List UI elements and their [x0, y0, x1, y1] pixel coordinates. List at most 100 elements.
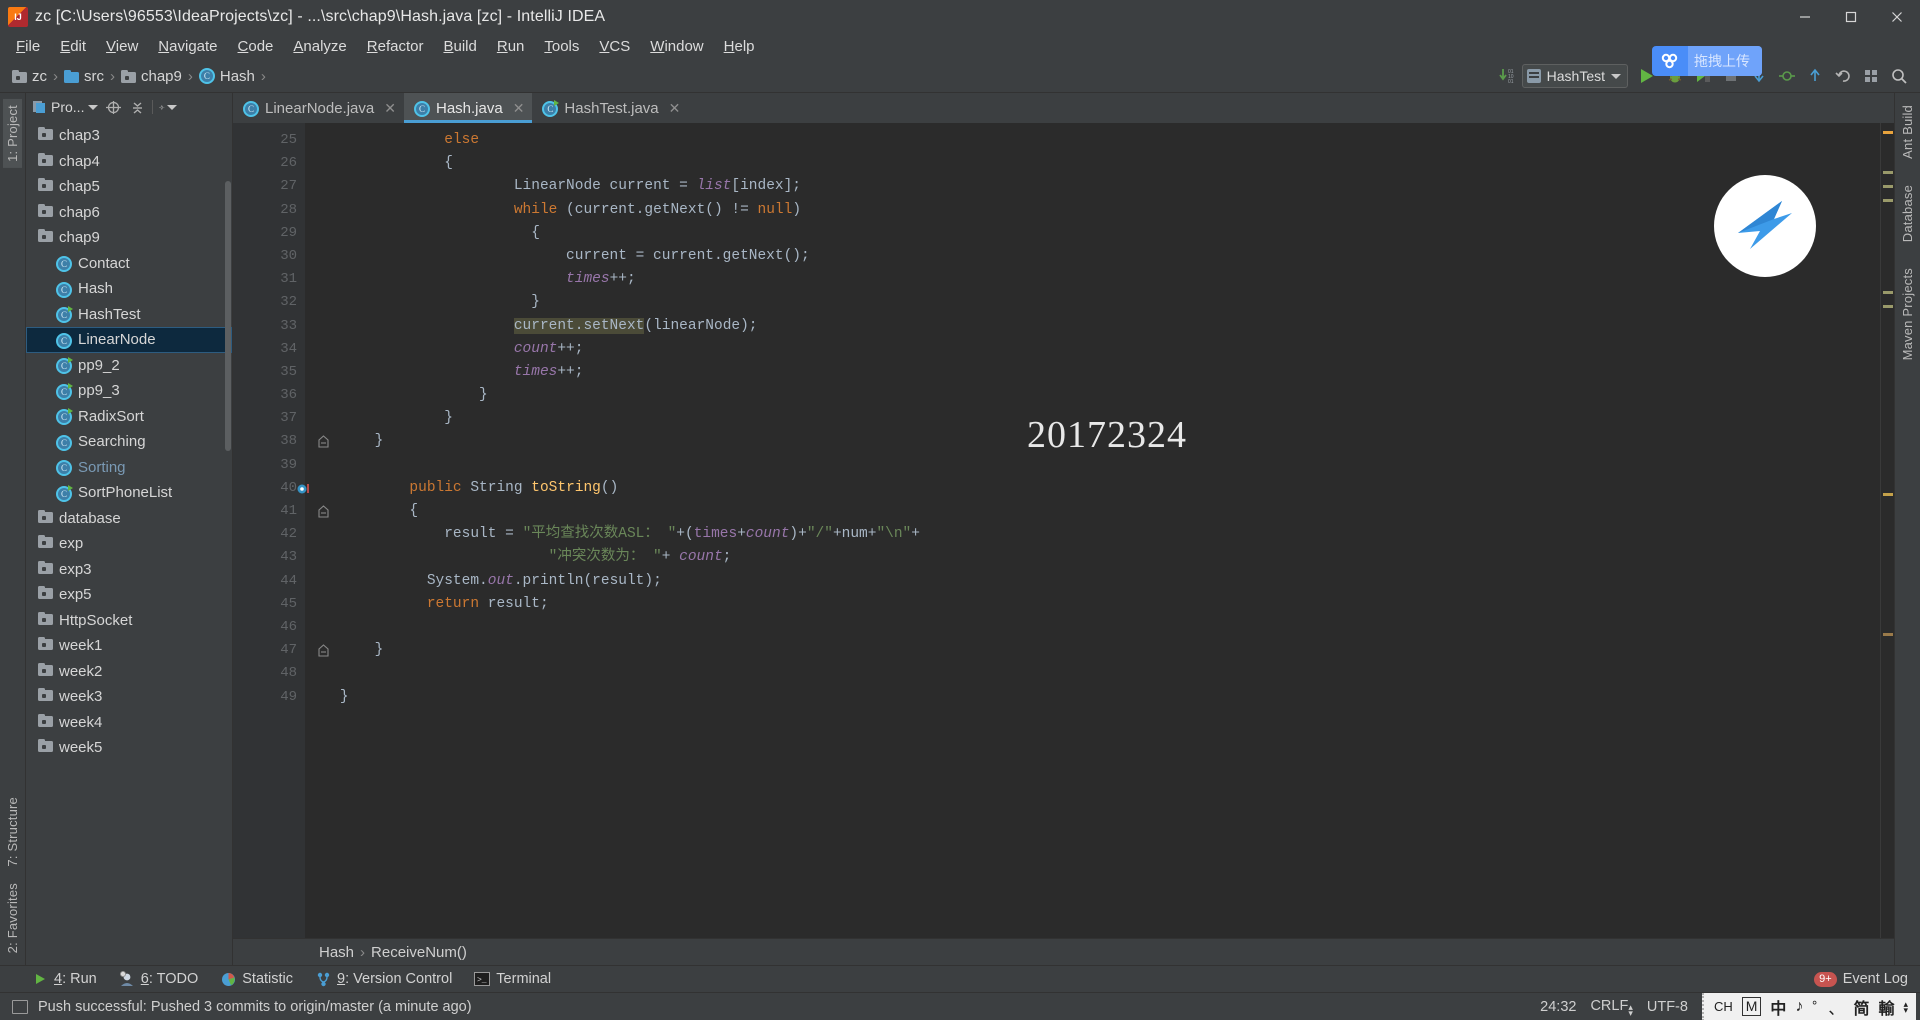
code-line[interactable]: current = current.getNext(); — [305, 245, 1880, 268]
tree-item-pp9_3[interactable]: Cpp9_3 — [26, 378, 232, 404]
tree-item-week2[interactable]: week2 — [26, 659, 232, 685]
code-line[interactable]: } — [305, 639, 1880, 662]
project-tree-scrollbar[interactable] — [225, 181, 231, 451]
collapse-all-icon[interactable] — [128, 98, 146, 116]
ime-note-icon[interactable]: ♪ — [1795, 998, 1803, 1016]
maximize-button[interactable] — [1828, 0, 1874, 33]
update-project-icon[interactable]: 01 10 01 — [1494, 63, 1520, 89]
close-icon[interactable]: ✕ — [384, 100, 396, 117]
tree-item-chap9[interactable]: chap9 — [26, 225, 232, 251]
project-panel-title[interactable]: Pro... — [32, 99, 99, 115]
code-line[interactable]: return result; — [305, 593, 1880, 616]
scroll-from-source-icon[interactable] — [104, 98, 122, 116]
undo-icon[interactable] — [1830, 63, 1856, 89]
editor-code[interactable]: 20172324 else { LinearNode current = lis… — [305, 123, 1880, 938]
upload-badge[interactable]: 拖拽上传 — [1652, 46, 1762, 76]
code-line[interactable]: result = "平均查找次数ASL： "+(times+count)+"/"… — [305, 523, 1880, 546]
tree-item-exp5[interactable]: exp5 — [26, 582, 232, 608]
tree-item-Contact[interactable]: C Contact — [26, 251, 232, 277]
code-line[interactable]: times++; — [305, 268, 1880, 291]
menu-item-window[interactable]: Window — [640, 35, 713, 59]
close-icon[interactable]: ✕ — [669, 100, 681, 117]
tree-item-week5[interactable]: week5 — [26, 735, 232, 761]
rail-item-maven-projects[interactable]: Maven Projects — [1898, 262, 1917, 366]
tree-item-database[interactable]: database — [26, 506, 232, 532]
tree-item-RadixSort[interactable]: C RadixSort — [26, 404, 232, 430]
ime-chinese[interactable]: 中 — [1770, 995, 1786, 1019]
breadcrumb-item-src[interactable]: src — [62, 68, 106, 85]
menu-item-edit[interactable]: Edit — [50, 35, 96, 59]
ime-language-bar[interactable]: CH M 中 ♪ ゜、 简 輸 ▴ ▾ — [1701, 992, 1916, 1020]
code-line[interactable] — [305, 454, 1880, 477]
rail-item-favorites[interactable]: 2: Favorites — [3, 877, 22, 959]
menu-item-analyze[interactable]: Analyze — [283, 35, 356, 59]
tree-item-week3[interactable]: week3 — [26, 684, 232, 710]
ime-simplified[interactable]: 简 — [1853, 995, 1869, 1019]
code-line[interactable]: "冲突次数为： "+ count; — [305, 546, 1880, 569]
code-line[interactable]: } — [305, 384, 1880, 407]
tool-window-terminal[interactable]: >_ Terminal — [474, 971, 551, 987]
caret-position[interactable]: 24:32 — [1540, 999, 1576, 1015]
settings-icon[interactable] — [1858, 63, 1884, 89]
code-line[interactable]: { — [305, 152, 1880, 175]
git-push-icon[interactable] — [1802, 63, 1828, 89]
tool-window-9-version-control[interactable]: 9: Version Control — [315, 971, 452, 987]
editor-breadcrumb-item-ReceiveNum[interactable]: ReceiveNum() — [371, 944, 467, 961]
code-line[interactable]: while (current.getNext() != null) — [305, 199, 1880, 222]
menu-item-vcs[interactable]: VCS — [589, 35, 640, 59]
close-icon[interactable]: ✕ — [513, 100, 525, 117]
editor-tab-Hash-java[interactable]: C Hash.java ✕ — [403, 93, 533, 123]
search-everywhere-icon[interactable] — [1886, 63, 1912, 89]
menu-item-tools[interactable]: Tools — [534, 35, 589, 59]
close-button[interactable] — [1874, 0, 1920, 33]
tree-item-exp[interactable]: exp — [26, 531, 232, 557]
tree-item-exp3[interactable]: exp3 — [26, 557, 232, 583]
git-commit-icon[interactable] — [1774, 63, 1800, 89]
tree-item-chap4[interactable]: chap4 — [26, 149, 232, 175]
menu-item-code[interactable]: Code — [228, 35, 284, 59]
code-line[interactable]: } — [305, 407, 1880, 430]
ime-toolbox-icon[interactable]: 輸 — [1878, 995, 1894, 1019]
ime-punctuation[interactable]: ゜、 — [1812, 995, 1844, 1019]
settings-gear-icon[interactable] — [159, 98, 178, 116]
tree-item-SortPhoneList[interactable]: C SortPhoneList — [26, 480, 232, 506]
ime-lang[interactable]: CH — [1714, 999, 1733, 1014]
rail-item-project[interactable]: 1: Project — [3, 99, 22, 168]
code-line[interactable]: { — [305, 222, 1880, 245]
menu-item-refactor[interactable]: Refactor — [357, 35, 434, 59]
code-line[interactable]: else — [305, 129, 1880, 152]
tree-item-Sorting[interactable]: C Sorting — [26, 455, 232, 481]
menu-item-navigate[interactable]: Navigate — [148, 35, 227, 59]
tree-item-LinearNode[interactable]: C LinearNode — [26, 327, 232, 353]
code-line[interactable] — [305, 662, 1880, 685]
tool-window-6-todo[interactable]: 6: TODO — [119, 971, 198, 987]
tree-item-Searching[interactable]: C Searching — [26, 429, 232, 455]
minimize-button[interactable] — [1782, 0, 1828, 33]
tree-item-week4[interactable]: week4 — [26, 710, 232, 736]
code-line[interactable]: } — [305, 430, 1880, 453]
line-separator[interactable]: CRLF▴ ▾ — [1590, 998, 1632, 1018]
code-line[interactable]: } — [305, 686, 1880, 709]
menu-item-help[interactable]: Help — [714, 35, 765, 59]
code-line[interactable]: { — [305, 500, 1880, 523]
project-tree[interactable]: chap3 chap4 chap5 chap6 chap9 C Contact C Hash C H… — [26, 121, 232, 965]
editor-gutter[interactable]: 25 26 27 28 29 30 31 32 33 34 35 36 37 38 39 40 41 42 43 44… — [233, 123, 329, 938]
tree-item-HttpSocket[interactable]: HttpSocket — [26, 608, 232, 634]
rail-item-ant-build[interactable]: Ant Build — [1898, 99, 1917, 165]
code-line[interactable]: count++; — [305, 338, 1880, 361]
rail-item-database[interactable]: Database — [1898, 179, 1917, 248]
code-line[interactable] — [305, 616, 1880, 639]
breadcrumb-item-zc[interactable]: zc — [10, 68, 49, 85]
menu-item-build[interactable]: Build — [433, 35, 486, 59]
tool-window-4-run[interactable]: 4: Run — [32, 971, 97, 987]
tree-item-Hash[interactable]: C Hash — [26, 276, 232, 302]
tree-item-week1[interactable]: week1 — [26, 633, 232, 659]
editor-tab-LinearNode-java[interactable]: C LinearNode.java ✕ — [233, 93, 404, 123]
tool-window-statistic[interactable]: Statistic — [220, 971, 293, 987]
file-encoding[interactable]: UTF-8 — [1647, 999, 1688, 1015]
breadcrumb-item-Hash[interactable]: C Hash — [197, 68, 257, 85]
ime-mode[interactable]: M — [1741, 997, 1762, 1016]
event-log-label[interactable]: Event Log — [1843, 971, 1908, 987]
tree-item-HashTest[interactable]: C HashTest — [26, 302, 232, 328]
menu-item-file[interactable]: File — [6, 35, 50, 59]
